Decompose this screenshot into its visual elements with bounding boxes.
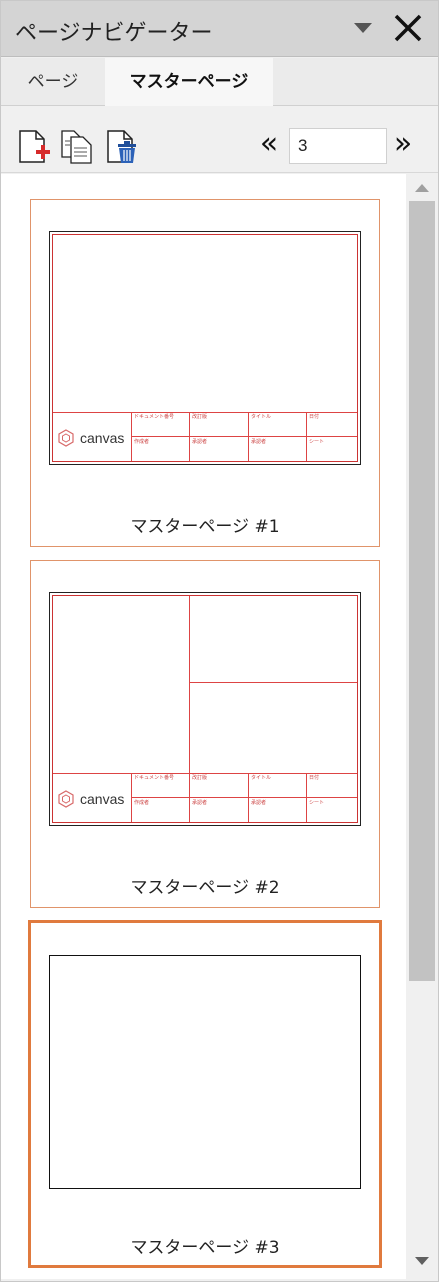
scrollbar-thumb[interactable] [409,201,435,981]
field-label: 作成者 [134,800,150,806]
logo-text: canvas [80,430,125,446]
page-navigator-panel: ページナビゲーター ページ マスターページ « 3 » canvas ドキュメン… [0,0,439,1282]
field-label: ドキュメント番号 [134,775,175,781]
delete-page-icon[interactable] [105,129,139,165]
field-label: 承認者 [192,800,208,806]
master-page-label: マスターページ #1 [130,517,280,537]
master-page-card-3[interactable]: マスターページ #3 [28,920,382,1268]
previous-page-button[interactable]: « [255,129,283,161]
field-label: タイトル [251,775,272,781]
next-page-button[interactable]: » [389,129,417,161]
tab-bar: ページ マスターページ [1,58,438,106]
master-page-thumbnail: canvas ドキュメント番号 改訂版 タイトル 日付 作成者 承認者 承認者 … [49,592,361,826]
master-page-thumbnail: canvas ドキュメント番号 改訂版 タイトル 日付 作成者 承認者 承認者 … [49,231,361,465]
vertical-scrollbar[interactable] [406,174,438,1279]
field-label: 承認者 [192,439,208,445]
scroll-up-arrow-icon[interactable] [415,184,429,192]
logo-text: canvas [80,791,125,807]
master-page-thumbnail [49,955,361,1189]
field-label: 承認者 [251,800,267,806]
tab-master-pages[interactable]: マスターページ [105,58,273,106]
title-block: canvas ドキュメント番号 改訂版 タイトル 日付 作成者 承認者 承認者 … [53,412,357,461]
field-label: ドキュメント番号 [134,414,175,420]
master-page-label: マスターページ #3 [130,1238,280,1258]
field-label: 改訂版 [192,414,208,420]
title-block: canvas ドキュメント番号 改訂版 タイトル 日付 作成者 承認者 承認者 … [53,773,357,822]
field-label: シート [309,439,325,445]
field-label: 日付 [309,414,320,420]
title-bar: ページナビゲーター [1,1,438,57]
page-number-input[interactable] [289,128,387,164]
close-icon[interactable] [392,12,424,44]
field-label: 改訂版 [192,775,208,781]
canvas-logo: canvas [57,790,124,808]
add-page-icon[interactable] [17,129,51,165]
dropdown-triangle-icon[interactable] [354,23,372,33]
field-label: 承認者 [251,439,267,445]
field-label: 作成者 [134,439,150,445]
field-label: タイトル [251,414,272,420]
field-label: シート [309,800,325,806]
scroll-down-arrow-icon[interactable] [415,1257,429,1265]
field-label: 日付 [309,775,320,781]
duplicate-page-icon[interactable] [60,129,94,165]
master-page-card-1[interactable]: canvas ドキュメント番号 改訂版 タイトル 日付 作成者 承認者 承認者 … [30,199,380,547]
toolbar: « » [1,107,438,173]
master-page-label: マスターページ #2 [130,878,280,898]
panel-title: ページナビゲーター [15,21,213,46]
tab-pages[interactable]: ページ [1,58,105,106]
canvas-logo: canvas [57,429,124,447]
master-page-list: canvas ドキュメント番号 改訂版 タイトル 日付 作成者 承認者 承認者 … [1,174,406,1279]
master-page-card-2[interactable]: canvas ドキュメント番号 改訂版 タイトル 日付 作成者 承認者 承認者 … [30,560,380,908]
